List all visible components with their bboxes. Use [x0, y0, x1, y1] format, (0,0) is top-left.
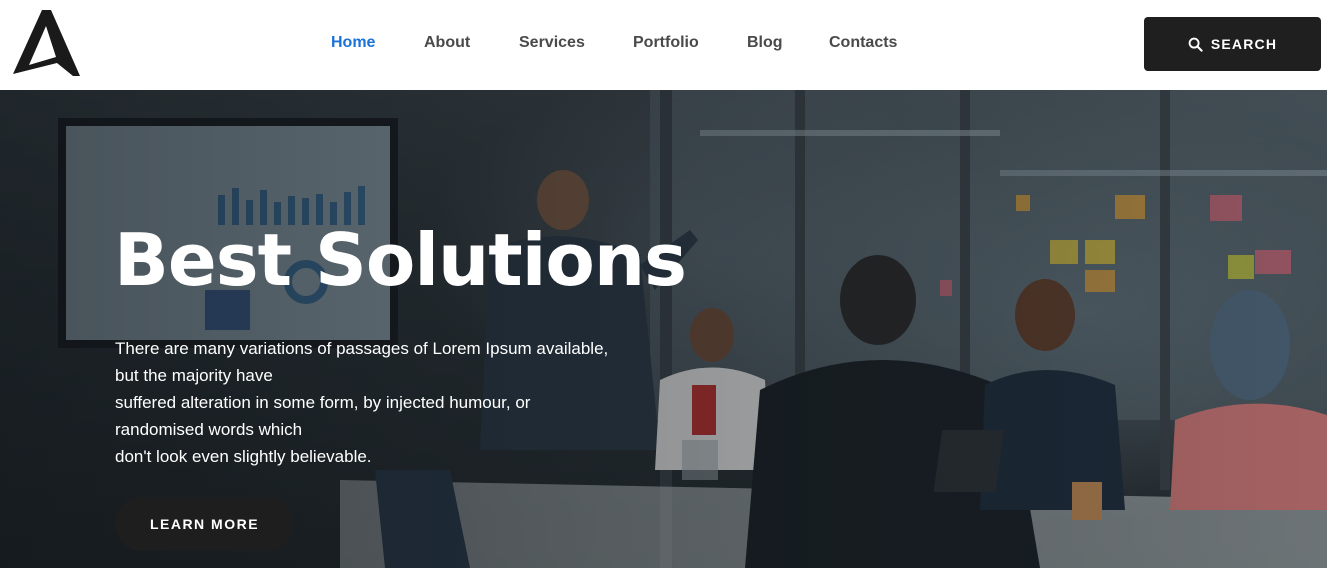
nav-about[interactable]: About [424, 33, 470, 53]
nav-contacts[interactable]: Contacts [829, 33, 897, 53]
search-label: SEARCH [1210, 36, 1278, 52]
learn-more-button[interactable]: LEARN MORE [115, 497, 294, 551]
hero-description-line: There are many variations of passages of… [115, 339, 609, 358]
hero-description-line: but the majority have [115, 366, 273, 385]
hero-description-line: randomised words which [115, 420, 303, 439]
main-nav: Home About Services Portfolio Blog Conta… [0, 0, 1327, 90]
hero-description: There are many variations of passages of… [115, 335, 655, 470]
nav-blog[interactable]: Blog [747, 33, 783, 53]
search-icon [1188, 37, 1203, 52]
nav-home[interactable]: Home [331, 33, 375, 53]
hero-section: Best Solutions There are many variations… [0, 90, 1327, 568]
site-header: Home About Services Portfolio Blog Conta… [0, 0, 1327, 90]
nav-portfolio[interactable]: Portfolio [633, 33, 699, 53]
hero-title: Best Solutions [114, 218, 687, 302]
search-button[interactable]: SEARCH [1144, 17, 1321, 71]
hero-description-line: don't look even slightly believable. [115, 447, 372, 466]
hero-description-line: suffered alteration in some form, by inj… [115, 393, 531, 412]
nav-services[interactable]: Services [519, 33, 585, 53]
